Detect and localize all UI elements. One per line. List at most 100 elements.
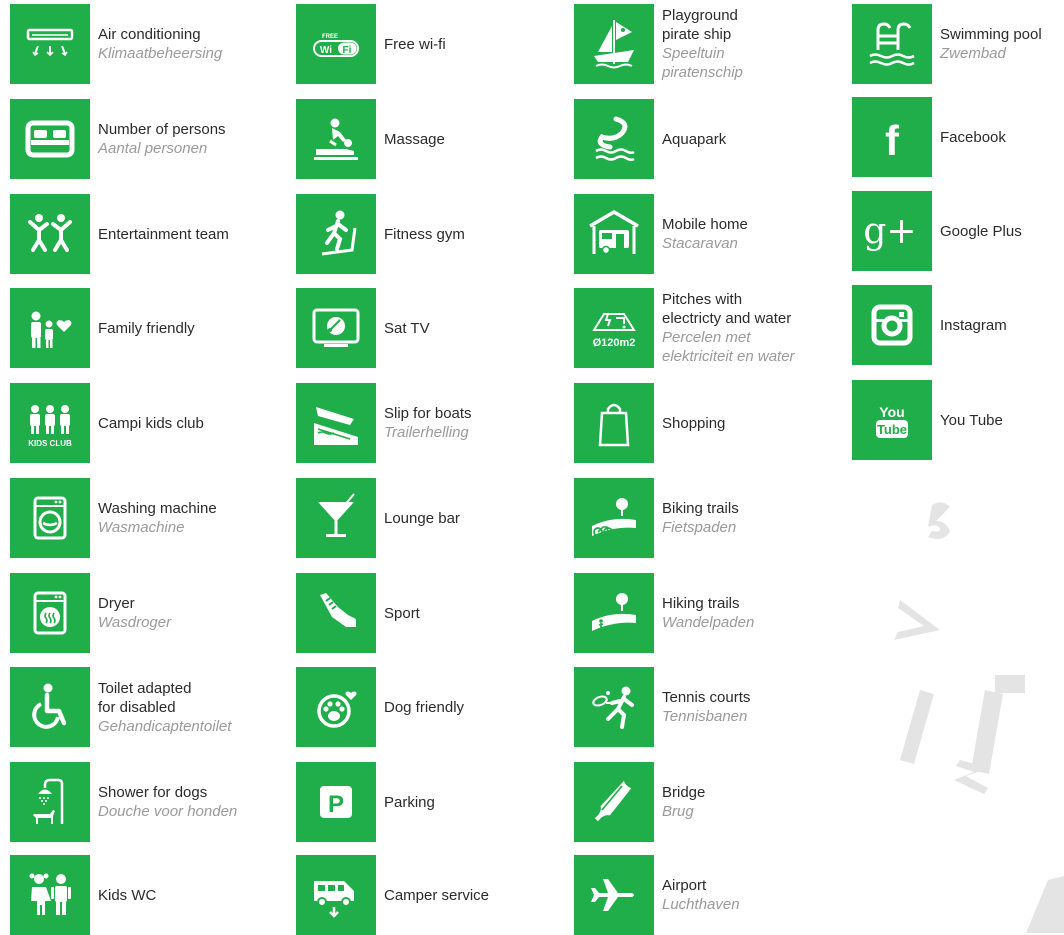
amenity-sublabel: Tennisbanen — [662, 708, 748, 725]
amenity-label: Airport — [662, 877, 707, 894]
swimming-pool-icon — [852, 4, 932, 84]
amenity-label: Facebook — [940, 128, 1006, 146]
google-plus-icon[interactable]: g+ — [852, 191, 932, 271]
amenity-bridge: Bridge Brug — [574, 762, 844, 842]
instagram-icon[interactable] — [852, 285, 932, 365]
amenity-sublabel: Brug — [662, 803, 694, 820]
amenity-label: Hiking trails — [662, 595, 740, 612]
mobile-home-icon — [574, 194, 654, 274]
amenity-sublabel: Zwembad — [940, 45, 1006, 62]
amenity-sat-tv: Sat TV — [296, 288, 566, 368]
amenity-sublabel: Fietspaden — [662, 519, 737, 536]
washing-machine-icon — [10, 478, 90, 558]
amenity-label: Number of persons — [98, 121, 226, 138]
svg-text:g+: g+ — [864, 211, 917, 252]
amenity-label: Washing machine — [98, 500, 217, 517]
amenity-massage: Massage — [296, 99, 566, 179]
svg-text:KIDS CLUB: KIDS CLUB — [28, 439, 72, 448]
amenity-parking: P Parking — [296, 762, 566, 842]
dryer-icon — [10, 573, 90, 653]
amenity-sport: Sport — [296, 573, 566, 653]
amenity-label: You Tube — [940, 411, 1003, 429]
facebook-icon[interactable]: f — [852, 97, 932, 177]
amenity-label: Kids WC — [98, 886, 157, 904]
amenity-air-conditioning: Air conditioning Klimaatbeheersing — [10, 4, 280, 84]
sat-tv-icon — [296, 288, 376, 368]
airplane-icon — [574, 855, 654, 935]
amenity-dryer: Dryer Wasdroger — [10, 573, 280, 653]
amenity-sublabel: Speeltuin piratenschip — [662, 45, 743, 81]
amenity-aquapark: Aquapark — [574, 99, 844, 179]
youtube-icon[interactable]: You Tube — [852, 380, 932, 460]
amenity-family-friendly: Family friendly — [10, 288, 280, 368]
pirate-ship-icon — [574, 4, 654, 84]
amenity-label: Free wi-fi — [384, 35, 446, 53]
amenity-swimming-pool: Swimming pool Zwembad — [852, 4, 1062, 84]
amenity-label: Pitches with electricty and water — [662, 291, 792, 327]
amenity-label: Entertainment team — [98, 225, 229, 243]
amenity-label: Swimming pool — [940, 26, 1042, 43]
amenity-label: Dryer — [98, 595, 135, 612]
amenity-facebook[interactable]: f Facebook — [852, 97, 1052, 177]
svg-text:Tube: Tube — [877, 422, 907, 437]
amenity-google-plus[interactable]: g+ Google Plus — [852, 191, 1052, 271]
amenity-sublabel: Klimaatbeheersing — [98, 45, 223, 62]
amenity-pitches: Ø120m2 Pitches with electricty and water… — [574, 288, 834, 368]
amenity-label: Dog friendly — [384, 698, 465, 716]
svg-text:Ø120m2: Ø120m2 — [593, 337, 636, 349]
amenity-label: Biking trails — [662, 500, 739, 517]
entertainment-icon — [10, 194, 90, 274]
cocktail-icon — [296, 478, 376, 558]
amenity-label: Playground pirate ship — [662, 7, 738, 43]
pitch-icon: Ø120m2 — [574, 288, 654, 368]
amenity-label: Instagram — [940, 316, 1007, 334]
hiking-icon — [574, 573, 654, 653]
svg-text:f: f — [885, 117, 900, 164]
sport-shoe-icon — [296, 573, 376, 653]
amenity-shopping: Shopping — [574, 383, 844, 463]
amenity-washing-machine: Washing machine Wasmachine — [10, 478, 280, 558]
amenity-pirate-ship: Playground pirate ship Speeltuin piratens… — [574, 4, 824, 84]
amenity-hiking-trails: Hiking trails Wandelpaden — [574, 573, 844, 653]
amenity-instagram[interactable]: Instagram — [852, 285, 1052, 365]
amenity-camper-service: Camper service — [296, 855, 566, 935]
bed-icon — [10, 99, 90, 179]
amenity-label: Bridge — [662, 784, 706, 801]
amenity-label: Shopping — [662, 414, 726, 432]
wifi-icon: FREE Wi Fi — [296, 4, 376, 84]
amenity-kids-club: KIDS CLUB Campi kids club — [10, 383, 280, 463]
amenity-label: Aquapark — [662, 130, 727, 148]
treadmill-icon — [296, 194, 376, 274]
amenity-label: Mobile home — [662, 216, 748, 233]
amenity-shower-for-dogs: Shower for dogs Douche voor honden — [10, 762, 280, 842]
massage-icon — [296, 99, 376, 179]
biking-icon — [574, 478, 654, 558]
svg-text:Wi: Wi — [320, 45, 332, 56]
amenity-label: Camper service — [384, 886, 490, 904]
amenity-fitness-gym: Fitness gym — [296, 194, 566, 274]
amenity-label: Sport — [384, 604, 420, 622]
wheelchair-icon — [10, 667, 90, 747]
svg-text:P: P — [328, 791, 344, 818]
amenity-dog-friendly: Dog friendly — [296, 667, 566, 747]
amenity-label: Massage — [384, 130, 445, 148]
amenity-label: Family friendly — [98, 319, 195, 337]
camper-icon — [296, 855, 376, 935]
amenity-free-wifi: FREE Wi Fi Free wi-fi — [296, 4, 566, 84]
kids-club-icon: KIDS CLUB — [10, 383, 90, 463]
amenity-sublabel: Aantal personen — [98, 140, 208, 157]
amenity-youtube[interactable]: You Tube You Tube — [852, 380, 1052, 460]
amenity-sublabel: Wasmachine — [98, 519, 185, 536]
amenity-biking-trails: Biking trails Fietspaden — [574, 478, 844, 558]
amenity-label: Air conditioning — [98, 26, 201, 43]
svg-text:FREE: FREE — [322, 34, 338, 40]
boat-slip-icon — [296, 383, 376, 463]
amenity-sublabel: Douche voor honden — [98, 803, 238, 820]
amenity-airport: Airport Luchthaven — [574, 855, 844, 935]
amenity-sublabel: Percelen met elektriciteit en water — [662, 329, 795, 365]
amenity-sublabel: Luchthaven — [662, 896, 740, 913]
air-conditioning-icon — [10, 4, 90, 84]
amenity-label: Fitness gym — [384, 225, 465, 243]
amenity-sublabel: Wandelpaden — [662, 614, 755, 631]
amenity-sublabel: Stacaravan — [662, 235, 738, 252]
